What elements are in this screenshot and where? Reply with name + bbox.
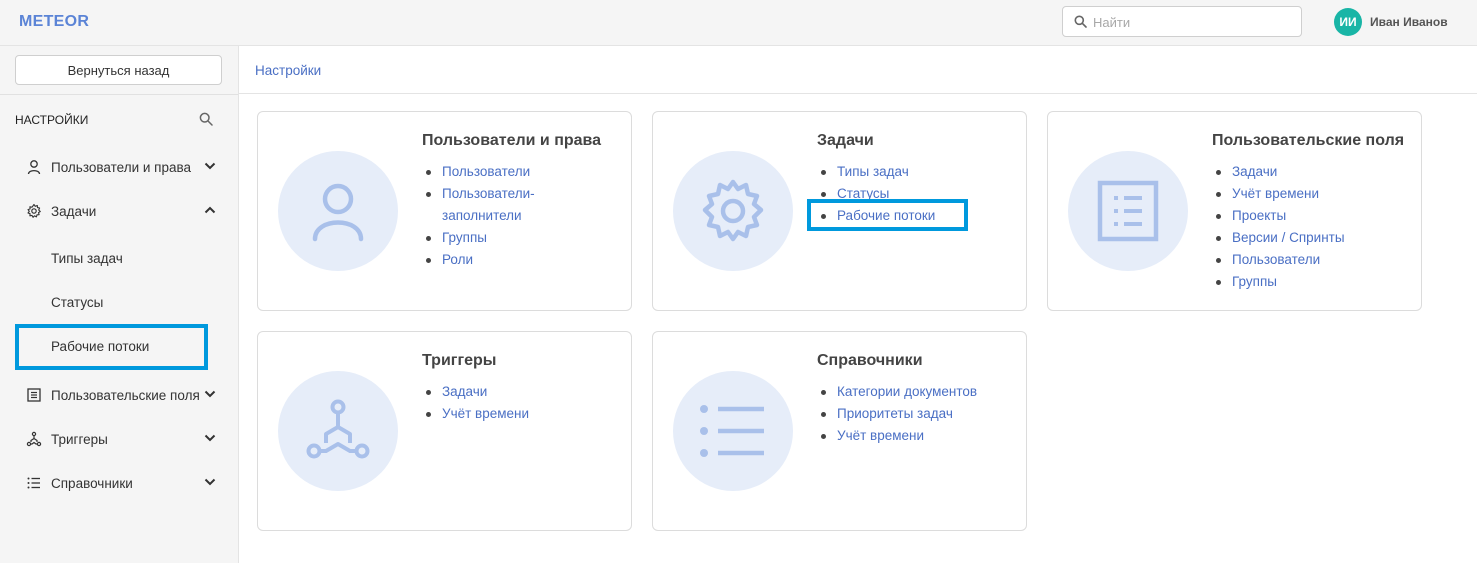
chevron-down-icon [204,434,216,442]
card-title: Пользовательские поля [1212,132,1405,149]
card-link-placeholder-users[interactable]: Пользователи- [426,183,535,205]
card-icon-circle [278,371,398,491]
card-icon-circle [673,151,793,271]
sidebar-item-label: Пользовательские поля [51,387,200,403]
highlight-frame [15,324,208,370]
card-link-list: Категории документов Приоритеты задач Уч… [820,381,977,447]
card-link-list: Задачи Учёт времени Проекты Версии / Спр… [1216,161,1345,293]
card-link-time-tracking[interactable]: Учёт времени [820,425,977,447]
card-title: Триггеры [422,352,497,369]
top-header: METEOR ИИ Иван Иванов [0,0,1477,46]
app-logo[interactable]: METEOR [19,13,89,31]
form-icon [1097,180,1159,242]
card-link-list: Пользователи Пользователи- заполнители Г… [426,161,535,271]
card-link-list: Задачи Учёт времени [425,381,529,425]
list-icon [27,477,40,489]
settings-card-triggers: Триггеры Задачи Учёт времени [257,331,632,531]
chevron-down-icon [204,162,216,170]
card-link-task-priorities[interactable]: Приоритеты задач [820,403,977,425]
sidebar-item-custom-fields[interactable]: Пользовательские поля [0,380,238,410]
card-link-projects[interactable]: Проекты [1216,205,1345,227]
sidebar-section-title: НАСТРОЙКИ [15,113,89,127]
card-icon-circle [1068,151,1188,271]
search-input[interactable] [1093,12,1293,32]
card-link-tasks[interactable]: Задачи [425,381,529,403]
trigger-icon [26,431,42,447]
card-link-time-tracking[interactable]: Учёт времени [1216,183,1345,205]
sidebar-subitem-label: Типы задач [51,251,123,266]
sidebar-subitem-task-types[interactable]: Типы задач [0,244,238,274]
avatar[interactable]: ИИ [1334,8,1362,36]
trigger-icon [306,399,370,459]
breadcrumb-bar: Настройки [239,46,1477,94]
user-icon [312,183,364,242]
sidebar: Вернуться назад НАСТРОЙКИ Пользователи и… [0,46,239,563]
chevron-down-icon [204,390,216,398]
form-icon [27,388,41,402]
card-link-roles[interactable]: Роли [426,249,535,271]
sidebar-item-label: Задачи [51,203,97,219]
settings-card-dictionaries: Справочники Категории документов Приорит… [652,331,1027,531]
user-icon [27,160,41,175]
card-icon-circle [278,151,398,271]
settings-card-custom-fields: Пользовательские поля Задачи Учёт времен… [1047,111,1422,311]
gear-icon [702,179,764,242]
breadcrumb[interactable]: Настройки [255,63,321,78]
sidebar-subitem-label: Статусы [51,295,104,310]
card-link-versions-sprints[interactable]: Версии / Спринты [1216,227,1345,249]
card-title: Пользователи и права [422,132,602,149]
sidebar-item-label: Пользователи и права [51,159,192,175]
card-link-groups[interactable]: Группы [1216,271,1345,293]
card-title: Справочники [817,352,923,369]
card-link-users[interactable]: Пользователи [426,161,535,183]
sidebar-item-label: Триггеры [51,431,108,447]
chevron-down-icon [204,478,216,486]
card-link-placeholder-users-cont[interactable]: заполнители [442,205,535,227]
sidebar-item-tasks[interactable]: Задачи [0,196,238,226]
user-name[interactable]: Иван Иванов [1370,15,1448,29]
sidebar-divider [0,94,238,95]
user-menu[interactable]: ИИ Иван Иванов [1334,8,1448,36]
global-search[interactable] [1062,6,1302,37]
gear-icon [27,203,41,218]
card-link-users[interactable]: Пользователи [1216,249,1345,271]
sidebar-item-triggers[interactable]: Триггеры [0,424,238,454]
settings-card-users-rights: Пользователи и права Пользователи Пользо… [257,111,632,311]
sidebar-subitem-statuses[interactable]: Статусы [0,288,238,318]
search-icon[interactable] [199,112,213,126]
card-link-document-categories[interactable]: Категории документов [820,381,977,403]
search-icon [1074,15,1087,28]
settings-card-tasks: Задачи Типы задач Статусы Рабочие потоки [652,111,1027,311]
highlight-frame [807,199,968,231]
card-link-tasks[interactable]: Задачи [1216,161,1345,183]
card-link-time-tracking[interactable]: Учёт времени [425,403,529,425]
sidebar-item-label: Справочники [51,475,133,491]
sidebar-item-users-rights[interactable]: Пользователи и права [0,152,238,182]
card-link-groups[interactable]: Группы [426,227,535,249]
card-link-task-types[interactable]: Типы задач [820,161,935,183]
chevron-up-icon [204,206,216,214]
list-icon [700,405,764,457]
sidebar-item-dictionaries[interactable]: Справочники [0,468,238,498]
card-icon-circle [673,371,793,491]
card-title: Задачи [817,132,874,149]
back-button[interactable]: Вернуться назад [15,55,222,85]
